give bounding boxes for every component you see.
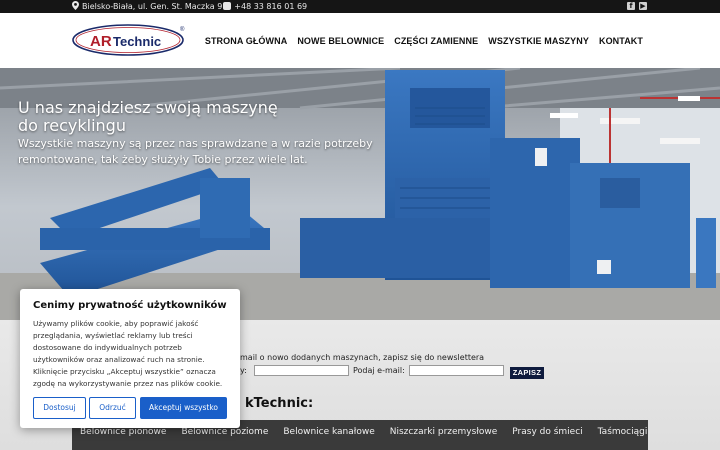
email-input[interactable] [409, 365, 504, 376]
phone-icon [223, 2, 232, 10]
nav-new-balers[interactable]: NOWE BELOWNICE [297, 36, 384, 46]
category-conveyors[interactable]: Taśmociągi [598, 420, 648, 437]
address-text: Bielsko-Biała, ul. Gen. St. Maczka 9 [82, 2, 223, 11]
hero-banner: U nas znajdziesz swoją maszynę do recykl… [0, 68, 720, 320]
nav-all-machines[interactable]: WSZYSTKIE MASZYNY [488, 36, 589, 46]
hero-title: U nas znajdziesz swoją maszynę do recykl… [18, 98, 278, 135]
email-label: Podaj e-mail: [353, 366, 405, 375]
hero-subtitle: Wszystkie maszyny są przez nas sprawdzan… [18, 137, 373, 166]
contact-info: Bielsko-Biała, ul. Gen. St. Maczka 9 +48 … [72, 0, 307, 13]
facebook-icon[interactable]: f [627, 2, 635, 10]
category-garbage-presses[interactable]: Prasy do śmieci [512, 420, 582, 437]
accept-all-button[interactable]: Akceptuj wszystko [140, 397, 227, 419]
youtube-icon[interactable]: ▶ [639, 2, 647, 10]
name-label: y: [240, 366, 247, 375]
top-info-bar: Bielsko-Biała, ul. Gen. St. Maczka 9 +48 … [0, 0, 720, 13]
name-input[interactable] [254, 365, 349, 376]
subscribe-button[interactable]: ZAPISZ [510, 367, 544, 379]
site-header: AR Technic ® STRONA GŁÓWNA NOWE BELOWNIC… [0, 13, 720, 68]
reject-button[interactable]: Odrzuć [89, 397, 136, 419]
cookie-title: Cenimy prywatność użytkowników [33, 300, 227, 311]
artechnic-logo[interactable]: AR Technic ® [72, 23, 188, 57]
logo-ar-text: AR [90, 33, 112, 50]
phone-link[interactable]: +48 33 816 01 69 [234, 2, 307, 11]
logo-technic-text: Technic [113, 34, 161, 49]
main-navigation: STRONA GŁÓWNA NOWE BELOWNICE CZĘŚCI ZAMI… [205, 13, 643, 68]
cookie-body: Używamy plików cookie, aby poprawić jako… [33, 319, 223, 388]
newsletter-description: mail o nowo dodanych maszynach, zapisz s… [240, 353, 485, 362]
map-pin-icon [72, 1, 79, 10]
nav-contact[interactable]: KONTAKT [599, 36, 643, 46]
category-industrial-shredders[interactable]: Niszczarki przemysłowe [390, 420, 498, 437]
cookie-consent-dialog: Cenimy prywatność użytkowników Używamy p… [20, 289, 240, 428]
nav-home[interactable]: STRONA GŁÓWNA [205, 36, 287, 46]
customize-button[interactable]: Dostosuj [33, 397, 86, 419]
category-channel-balers[interactable]: Belownice kanałowe [283, 420, 374, 437]
section-title: kTechnic: [245, 396, 314, 411]
nav-spare-parts[interactable]: CZĘŚCI ZAMIENNE [394, 36, 478, 46]
logo-registered-mark: ® [180, 26, 185, 33]
